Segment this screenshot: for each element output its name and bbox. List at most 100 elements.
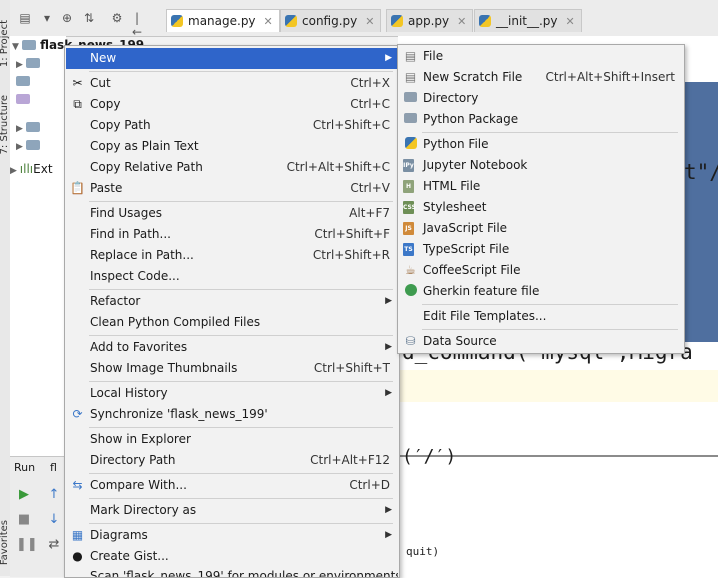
target-icon[interactable]: ⊕: [60, 11, 74, 25]
menu-item-cut[interactable]: ✂ Cut Ctrl+X: [66, 73, 398, 94]
new-item-directory[interactable]: Directory: [399, 88, 683, 109]
close-icon[interactable]: ✕: [566, 15, 575, 28]
structure-tool-window-tab[interactable]: 7: Structure: [0, 95, 10, 154]
python-file-icon: [403, 137, 418, 152]
new-item-jupyter-notebook[interactable]: IPy Jupyter Notebook: [399, 155, 683, 176]
favorites-tool-window-tab[interactable]: Favorites: [0, 520, 10, 565]
folder-icon: [403, 91, 418, 106]
new-item-coffeescript-file[interactable]: ☕ CoffeeScript File: [399, 260, 683, 281]
menu-separator: [89, 71, 393, 72]
new-submenu: ▤ File ▤ New Scratch File Ctrl+Alt+Shift+In…: [397, 44, 685, 354]
menu-item-copy-path[interactable]: Copy Path Ctrl+Shift+C: [66, 115, 398, 136]
run-panel: Run fl ▶ ■ ❚❚ ↑ ↓ ⇄: [10, 456, 66, 577]
menu-item-copy-plain-text[interactable]: Copy as Plain Text: [66, 136, 398, 157]
menu-item-add-to-favorites[interactable]: Add to Favorites ▶: [66, 337, 398, 358]
tree-external-libraries[interactable]: ▶ ıllıExt: [10, 160, 53, 178]
libraries-icon: ıllı: [19, 162, 34, 176]
wrap-icon[interactable]: ⇄: [46, 537, 62, 553]
menu-item-copy-relative-path[interactable]: Copy Relative Path Ctrl+Alt+Shift+C: [66, 157, 398, 178]
close-icon[interactable]: ✕: [457, 15, 466, 28]
menu-item-create-gist[interactable]: ● Create Gist...: [66, 546, 398, 567]
run-label: Run: [14, 461, 36, 474]
sync-icon: ⟳: [72, 407, 83, 421]
coffee-icon: ☕: [405, 263, 416, 277]
ts-file-icon: TS: [403, 243, 414, 256]
collapse-icon[interactable]: ⇅: [82, 11, 96, 25]
new-item-typescript-file[interactable]: TS TypeScript File: [399, 239, 683, 260]
menu-item-paste[interactable]: 📋 Paste Ctrl+V: [66, 178, 398, 199]
menu-item-replace-in-path[interactable]: Replace in Path... Ctrl+Shift+R: [66, 245, 398, 266]
new-item-python-package[interactable]: Python Package: [399, 109, 683, 130]
python-file-icon: [285, 15, 297, 27]
new-item-python-file[interactable]: Python File: [399, 134, 683, 155]
paste-icon: 📋: [70, 181, 85, 195]
menu-item-synchronize[interactable]: ⟳ Synchronize 'flask_news_199': [66, 404, 398, 425]
menu-item-compare-with[interactable]: ⇆ Compare With... Ctrl+D: [66, 475, 398, 496]
python-file-icon: [391, 15, 403, 27]
folder-icon: [16, 76, 30, 86]
menu-item-find-in-path[interactable]: Find in Path... Ctrl+Shift+F: [66, 224, 398, 245]
menu-item-clean-compiled[interactable]: Clean Python Compiled Files: [66, 312, 398, 333]
tab-config-py[interactable]: config.py ✕: [280, 9, 382, 32]
tab-manage-py[interactable]: manage.py ✕: [166, 9, 280, 32]
new-item-gherkin-file[interactable]: Gherkin feature file: [399, 281, 683, 302]
compare-icon: ⇆: [72, 478, 83, 492]
tree-file[interactable]: ▶: [16, 136, 44, 154]
project-view-icon[interactable]: ▤: [18, 11, 32, 25]
copy-icon: ⧉: [73, 97, 82, 111]
tab-init-py[interactable]: __init__.py ✕: [474, 9, 582, 32]
new-item-javascript-file[interactable]: JS JavaScript File: [399, 218, 683, 239]
file-icon: ▤: [404, 49, 417, 63]
package-icon: [403, 112, 418, 127]
new-item-file[interactable]: ▤ File: [399, 46, 683, 67]
gear-icon[interactable]: ⚙: [110, 11, 124, 25]
tab-label: __init__.py: [496, 14, 558, 28]
tree-file[interactable]: ▶: [16, 118, 44, 136]
new-item-scratch-file[interactable]: ▤ New Scratch File Ctrl+Alt+Shift+Insert: [399, 67, 683, 88]
pause-icon[interactable]: ❚❚: [16, 537, 38, 553]
new-item-edit-templates[interactable]: Edit File Templates...: [399, 306, 683, 327]
menu-item-mark-directory[interactable]: Mark Directory as ▶: [66, 500, 398, 521]
project-tool-window-tab[interactable]: 1: Project: [0, 20, 10, 67]
submenu-arrow-icon: ▶: [385, 388, 392, 398]
code-line: (′/′): [402, 446, 457, 467]
arrow-up-icon[interactable]: ↑: [46, 487, 62, 503]
new-item-data-source[interactable]: ⛁ Data Source: [399, 331, 683, 352]
tree-folder[interactable]: [16, 72, 34, 90]
tab-label: manage.py: [188, 14, 256, 28]
folder-icon: [25, 58, 40, 68]
arrow-down-icon[interactable]: ↓: [46, 512, 62, 528]
stop-icon[interactable]: ■: [16, 512, 32, 528]
hide-panel-icon[interactable]: |←: [130, 11, 144, 39]
menu-item-new[interactable]: New ▶: [66, 48, 398, 69]
python-file-icon: [479, 15, 491, 27]
menu-item-inspect-code[interactable]: Inspect Code...: [66, 266, 398, 287]
new-item-html-file[interactable]: H HTML File: [399, 176, 683, 197]
menu-separator: [89, 289, 393, 290]
tab-label: app.py: [408, 14, 450, 28]
menu-item-show-thumbnails[interactable]: Show Image Thumbnails Ctrl+Shift+T: [66, 358, 398, 379]
new-item-stylesheet[interactable]: CSS Stylesheet: [399, 197, 683, 218]
menu-item-copy[interactable]: ⧉ Copy Ctrl+C: [66, 94, 398, 115]
menu-item-diagrams[interactable]: ▦ Diagrams ▶: [66, 525, 398, 546]
menu-item-directory-path[interactable]: Directory Path Ctrl+Alt+F12: [66, 450, 398, 471]
menu-item-local-history[interactable]: Local History ▶: [66, 383, 398, 404]
tree-folder[interactable]: ▶: [16, 54, 44, 72]
project-context-menu: New ▶ ✂ Cut Ctrl+X ⧉ Copy Ctrl+C Copy Path Ctr…: [64, 45, 400, 578]
scope-dropdown-icon[interactable]: ▾: [40, 11, 54, 25]
database-icon: ⛁: [405, 334, 416, 348]
menu-item-find-usages[interactable]: Find Usages Alt+F7: [66, 203, 398, 224]
menu-item-show-in-explorer[interactable]: Show in Explorer: [66, 429, 398, 450]
current-line-highlight: [398, 370, 718, 402]
menu-item-refactor[interactable]: Refactor ▶: [66, 291, 398, 312]
folder-icon: [22, 40, 37, 50]
tab-app-py[interactable]: app.py ✕: [386, 9, 474, 32]
submenu-arrow-icon: ▶: [385, 530, 392, 540]
menu-separator: [89, 498, 393, 499]
tree-folder[interactable]: [16, 90, 34, 108]
menu-separator: [422, 304, 678, 305]
run-target[interactable]: fl: [50, 461, 57, 474]
close-icon[interactable]: ✕: [264, 15, 273, 28]
close-icon[interactable]: ✕: [365, 15, 374, 28]
run-icon[interactable]: ▶: [16, 487, 32, 503]
